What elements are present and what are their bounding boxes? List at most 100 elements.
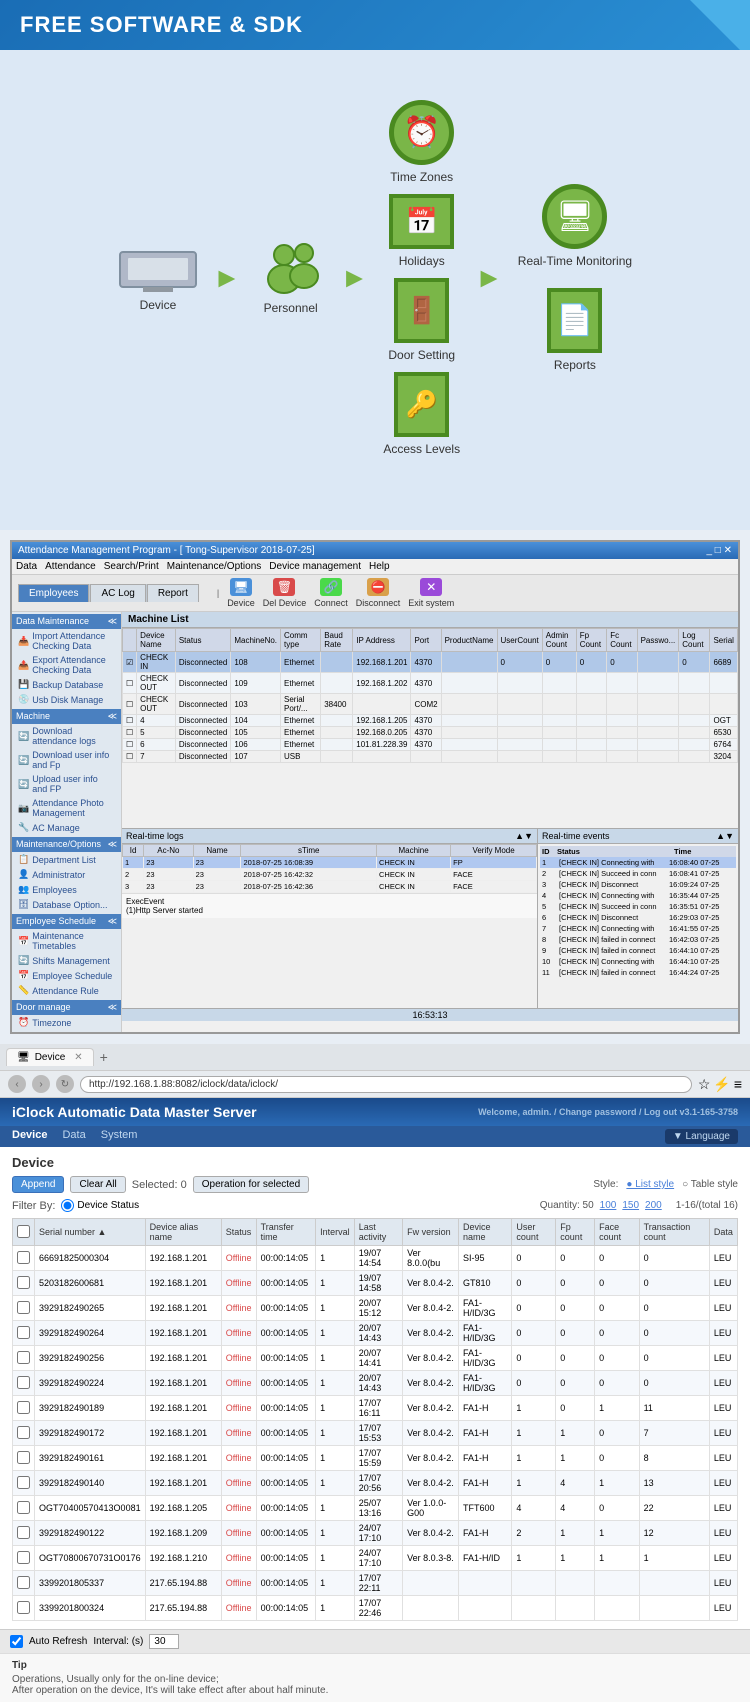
settings-icon[interactable]: ⚡ [713, 1076, 730, 1093]
btn-device[interactable]: 🖥 Device [227, 578, 255, 608]
event-row[interactable]: 1 [CHECK IN] Connecting with 16:08:40 07… [540, 857, 736, 868]
iclock-device-row[interactable]: 3929182490189 192.168.1.201 Offline 00:0… [13, 1396, 738, 1421]
url-bar[interactable]: http://192.168.1.88:8082/iclock/data/icl… [80, 1076, 692, 1093]
sidebar-item-backup[interactable]: 💾Backup Database [12, 677, 121, 692]
sidebar-item-dept[interactable]: 📋Department List [12, 852, 121, 867]
clear-all-btn[interactable]: Clear All [70, 1176, 125, 1193]
th-alias-name[interactable]: Device alias name [145, 1219, 221, 1246]
tab-report[interactable]: Report [147, 584, 199, 602]
th-device-status[interactable]: Status [221, 1219, 256, 1246]
btn-del-device[interactable]: 🗑 Del Device [263, 578, 307, 608]
qty-150[interactable]: 150 [622, 1200, 639, 1211]
select-all-checkbox[interactable] [17, 1225, 30, 1238]
sidebar-item-photo[interactable]: 📷Attendance Photo Management [12, 796, 121, 820]
iclock-device-row[interactable]: 3929182490122 192.168.1.209 Offline 00:0… [13, 1521, 738, 1546]
th-data[interactable]: Data [709, 1219, 737, 1246]
th-transaction-count[interactable]: Transaction count [639, 1219, 709, 1246]
sidebar-item-export[interactable]: 📤Export Attendance Checking Data [12, 653, 121, 677]
sidebar-item-ac[interactable]: 🔧AC Manage [12, 820, 121, 835]
device-status-filter[interactable]: Device Status [61, 1199, 139, 1212]
sidebar-item-db[interactable]: 🗄Database Option... [12, 897, 121, 912]
sidebar-item-timetable[interactable]: 📅Maintenance Timetables [12, 929, 121, 953]
menu-search[interactable]: Search/Print [104, 561, 159, 572]
iclock-device-row[interactable]: 3929182490161 192.168.1.201 Offline 00:0… [13, 1446, 738, 1471]
table-row[interactable]: ☑ CHECK IN Disconnected 108 Ethernet 192… [123, 652, 738, 673]
event-row[interactable]: 2 [CHECK IN] Succeed in conn 16:08:41 07… [540, 868, 736, 879]
browser-tab[interactable]: 🖥 Device ✕ [6, 1048, 94, 1066]
interval-input[interactable] [149, 1634, 179, 1649]
sidebar-item-admin[interactable]: 👤Administrator [12, 867, 121, 882]
iclock-device-row[interactable]: 5203182600681 192.168.1.201 Offline 00:0… [13, 1271, 738, 1296]
table-row[interactable]: ☐ 5 Disconnected 105 Ethernet 192.168.0.… [123, 727, 738, 739]
back-btn[interactable]: ‹ [8, 1075, 26, 1093]
sidebar-item-employees[interactable]: 👥Employees [12, 882, 121, 897]
device-status-radio[interactable] [61, 1199, 74, 1212]
event-row[interactable]: 4 [CHECK IN] Connecting with 16:35:44 07… [540, 890, 736, 901]
list-style-option[interactable]: ● List style [626, 1179, 674, 1190]
nav-data[interactable]: Data [62, 1129, 85, 1144]
th-face-count[interactable]: Face count [595, 1219, 639, 1246]
sidebar-item-shifts[interactable]: 🔄Shifts Management [12, 953, 121, 968]
menu-help[interactable]: Help [369, 561, 390, 572]
tab-employees[interactable]: Employees [18, 584, 89, 602]
event-row[interactable]: 11 [CHECK IN] failed in connect 16:44:24… [540, 967, 736, 978]
iclock-device-row[interactable]: OGT70800670731O0176 192.168.1.210 Offlin… [13, 1546, 738, 1571]
sidebar-item-usb[interactable]: 💿Usb Disk Manage [12, 692, 121, 707]
sidebar-item-import[interactable]: 📥Import Attendance Checking Data [12, 629, 121, 653]
auto-refresh-checkbox[interactable] [10, 1635, 23, 1648]
tab-ac-log[interactable]: AC Log [90, 584, 145, 602]
iclock-device-row[interactable]: 3399201805337 217.65.194.88 Offline 00:0… [13, 1571, 738, 1596]
append-btn[interactable]: Append [12, 1176, 64, 1193]
att-menu-bar[interactable]: Data Attendance Search/Print Maintenance… [12, 559, 738, 575]
iclock-device-row[interactable]: 3929182490224 192.168.1.201 Offline 00:0… [13, 1371, 738, 1396]
th-fw-version[interactable]: Fw version [403, 1219, 459, 1246]
att-tab-row[interactable]: Employees AC Log Report [18, 584, 199, 602]
table-row[interactable]: ☐ CHECK OUT Disconnected 109 Ethernet 19… [123, 673, 738, 694]
sidebar-item-holidays[interactable]: 📅Holidays [12, 1030, 121, 1032]
star-icon[interactable]: ☆ [698, 1076, 711, 1093]
nav-device[interactable]: Device [12, 1129, 47, 1144]
log-row[interactable]: 3 23 23 2018-07-25 16:42:36 CHECK IN FAC… [123, 881, 537, 893]
sidebar-item-timezone[interactable]: ⏰Timezone [12, 1015, 121, 1030]
log-row[interactable]: 1 23 23 2018-07-25 16:08:39 CHECK IN FP [123, 857, 537, 869]
log-row[interactable]: 2 23 23 2018-07-25 16:42:32 CHECK IN FAC… [123, 869, 537, 881]
btn-exit[interactable]: ✕ Exit system [408, 578, 454, 608]
th-user-count[interactable]: User count [512, 1219, 556, 1246]
th-device-name[interactable]: Device name [458, 1219, 511, 1246]
nav-system[interactable]: System [101, 1129, 138, 1144]
iclock-device-row[interactable]: 3929182490172 192.168.1.201 Offline 00:0… [13, 1421, 738, 1446]
sidebar-item-upload-user[interactable]: 🔄Upload user info and FP [12, 772, 121, 796]
qty-100[interactable]: 100 [600, 1200, 617, 1211]
menu-maintenance[interactable]: Maintenance/Options [167, 561, 262, 572]
iclock-device-row[interactable]: 3399201800324 217.65.194.88 Offline 00:0… [13, 1596, 738, 1621]
th-interval[interactable]: Interval [316, 1219, 355, 1246]
btn-disconnect[interactable]: ⛔ Disconnect [356, 578, 401, 608]
btn-connect[interactable]: 🔗 Connect [314, 578, 348, 608]
event-row[interactable]: 9 [CHECK IN] failed in connect 16:44:10 … [540, 945, 736, 956]
th-last-activity[interactable]: Last activity [354, 1219, 402, 1246]
table-style-option[interactable]: ○ Table style [682, 1179, 738, 1190]
th-serial-number[interactable]: Serial number ▲ [35, 1219, 146, 1246]
table-row[interactable]: ☐ 4 Disconnected 104 Ethernet 192.168.1.… [123, 715, 738, 727]
tab-close-icon[interactable]: ✕ [74, 1052, 82, 1063]
iclock-device-row[interactable]: 3929182490256 192.168.1.201 Offline 00:0… [13, 1346, 738, 1371]
new-tab-btn[interactable]: + [100, 1049, 108, 1065]
sidebar-item-download-user[interactable]: 🔄Download user info and Fp [12, 748, 121, 772]
event-row[interactable]: 8 [CHECK IN] failed in connect 16:42:03 … [540, 934, 736, 945]
th-fp-count[interactable]: Fp count [556, 1219, 595, 1246]
refresh-btn[interactable]: ↻ [56, 1075, 74, 1093]
iclock-device-row[interactable]: 66691825000304 192.168.1.201 Offline 00:… [13, 1246, 738, 1271]
event-row[interactable]: 7 [CHECK IN] Connecting with 16:41:55 07… [540, 923, 736, 934]
event-row[interactable]: 5 [CHECK IN] Succeed in conn 16:35:51 07… [540, 901, 736, 912]
qty-200[interactable]: 200 [645, 1200, 662, 1211]
operation-btn[interactable]: Operation for selected [193, 1176, 309, 1193]
menu-attendance[interactable]: Attendance [45, 561, 96, 572]
sidebar-item-att-rule[interactable]: 📏Attendance Rule [12, 983, 121, 998]
menu-icon[interactable]: ≡ [734, 1076, 742, 1093]
forward-btn[interactable]: › [32, 1075, 50, 1093]
table-row[interactable]: ☐ CHECK OUT Disconnected 103 Serial Port… [123, 694, 738, 715]
iclock-device-row[interactable]: 3929182490265 192.168.1.201 Offline 00:0… [13, 1296, 738, 1321]
event-row[interactable]: 10 [CHECK IN] Connecting with 16:44:10 0… [540, 956, 736, 967]
iclock-device-row[interactable]: OGT70400570413O0081 192.168.1.205 Offlin… [13, 1496, 738, 1521]
iclock-device-row[interactable]: 3929182490140 192.168.1.201 Offline 00:0… [13, 1471, 738, 1496]
